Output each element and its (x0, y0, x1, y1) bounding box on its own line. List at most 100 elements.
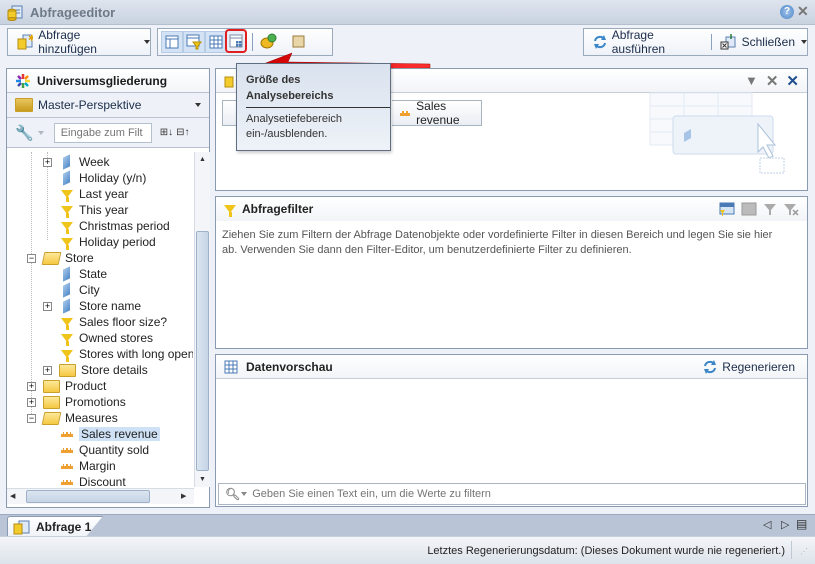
scroll-right-arrow[interactable]: ▶ (181, 492, 186, 500)
tooltip-divider (246, 107, 390, 108)
tree-item[interactable]: Sales floor size? (59, 314, 167, 330)
filter-icon (61, 190, 73, 202)
dimension-icon (63, 266, 70, 282)
tree-item[interactable]: Discount (59, 474, 126, 487)
tree-item[interactable]: Store (41, 250, 94, 266)
wrench-tools-icon[interactable]: 🔧 (15, 124, 34, 142)
folder-open-icon (41, 411, 62, 425)
tree-item[interactable]: Margin (59, 458, 116, 474)
expand-icon[interactable]: + (43, 158, 52, 167)
chevron-down-icon[interactable] (37, 130, 44, 135)
chevron-down-icon (801, 40, 807, 44)
tree-item-label: Store name (79, 299, 142, 313)
window-titlebar: Abfrageeditor ? ✕ (0, 0, 815, 25)
query-filter-view-button[interactable] (183, 31, 205, 53)
tree-item[interactable]: Week (59, 154, 109, 170)
scroll-up-arrow[interactable]: ▲ (195, 152, 210, 167)
scroll-thumb[interactable] (196, 231, 209, 471)
help-icon[interactable]: ? (780, 5, 794, 19)
tree-item[interactable]: Christmas period (59, 218, 170, 234)
search-icon[interactable]: 🔍︎ (225, 487, 240, 501)
status-bar: Letztes Regenerierungsdatum: (Dieses Dok… (0, 536, 815, 564)
measure-icon (61, 431, 73, 437)
remove-filter-icon[interactable] (783, 202, 799, 216)
resize-grip-icon[interactable]: ⋰ (800, 547, 808, 556)
perspective-value: Master-Perspektive (38, 98, 142, 112)
tree-item[interactable]: Owned stores (59, 330, 153, 346)
expand-all-icon[interactable]: ⊞↓ (160, 127, 173, 138)
expand-icon[interactable]: + (43, 366, 52, 375)
tree-item-label: Last year (79, 187, 129, 201)
tree-vertical-scrollbar[interactable]: ▲ ▼ (194, 152, 210, 487)
chevron-down-icon[interactable] (241, 492, 248, 496)
remove-icon[interactable]: ✕ (766, 72, 779, 90)
dimension-icon (63, 154, 70, 170)
data-preview-view-button[interactable] (205, 31, 227, 53)
tree-item[interactable]: Measures (41, 410, 118, 426)
tree-item[interactable]: Store details (59, 362, 148, 378)
panel-layout-icon (165, 35, 179, 49)
outline-filter-input[interactable] (53, 122, 152, 143)
filter-editor-icon[interactable] (719, 202, 735, 216)
tree-item[interactable]: Quantity sold (59, 442, 149, 458)
collapse-all-icon[interactable]: ⊟↑ (176, 127, 189, 138)
tab-label: Abfrage 1 (36, 520, 92, 534)
tree-item-label: Discount (79, 475, 126, 487)
run-query-label: Abfrage ausführen (611, 28, 666, 56)
collapse-icon[interactable]: − (27, 254, 36, 263)
collapse-icon[interactable]: − (27, 414, 36, 423)
tree-item-label: Measures (65, 411, 118, 425)
combine-query-icon[interactable] (260, 33, 278, 49)
tab-prev-icon[interactable]: ◁ (763, 518, 771, 531)
remove-all-icon[interactable]: ✕ (786, 72, 799, 90)
tree-item[interactable]: Holiday (y/n) (59, 170, 146, 186)
analysis-scope-icon (229, 34, 243, 48)
tab-list-icon[interactable]: ▤ (796, 517, 807, 531)
tree-item[interactable]: Promotions (43, 394, 126, 410)
result-object-label: Sales revenue (416, 99, 460, 127)
value-search-input[interactable] (252, 488, 793, 500)
status-text: Letztes Regenerierungsdatum: (Dieses Dok… (427, 545, 785, 557)
expand-icon[interactable]: + (27, 382, 36, 391)
close-query-button[interactable]: Schließen (720, 34, 807, 50)
run-query-button[interactable]: Abfrage ausführen (592, 28, 703, 56)
tree-item[interactable]: City (59, 282, 100, 298)
scroll-down-arrow[interactable]: ▼ (195, 472, 210, 487)
add-query-button[interactable]: ✱ Abfrage hinzufügen (7, 28, 151, 56)
tree-item[interactable]: Store name (59, 298, 141, 314)
tree-item[interactable]: Stores with long openin (59, 346, 193, 362)
result-object-chip[interactable]: Sales revenue (392, 99, 482, 127)
dimension-icon (63, 170, 70, 186)
tree-item-label: Sales floor size? (79, 315, 168, 329)
perspective-select[interactable]: Master-Perspektive (7, 93, 209, 118)
close-icon[interactable]: ✕ (797, 3, 809, 20)
tree-item[interactable]: Holiday period (59, 234, 156, 250)
tab-query-1[interactable]: Abfrage 1 (7, 516, 103, 537)
measure-icon (61, 463, 73, 469)
tree-item-label: This year (79, 203, 129, 217)
folder-icon (43, 395, 60, 409)
analysis-scope-view-button[interactable] (225, 29, 247, 53)
filter-icon (61, 206, 73, 218)
value-search-field[interactable]: 🔍︎ (218, 483, 806, 505)
expand-icon[interactable]: + (27, 398, 36, 407)
query-properties-icon[interactable] (292, 34, 306, 48)
tree-item[interactable]: State (59, 266, 107, 282)
refresh-button[interactable]: Regenerieren (702, 359, 795, 375)
refresh-label: Regenerieren (722, 359, 795, 374)
scroll-thumb[interactable] (26, 490, 150, 503)
tab-next-icon[interactable]: ▷ (781, 518, 789, 531)
filter-icon[interactable]: ▼ (745, 73, 758, 88)
result-objects-view-button[interactable] (161, 31, 183, 53)
tree-item[interactable]: Last year (59, 186, 128, 202)
tree-item[interactable]: This year (59, 202, 128, 218)
add-filter-icon[interactable] (763, 202, 777, 216)
tree-item[interactable]: Product (43, 378, 106, 394)
tree-item[interactable]: Sales revenue (59, 426, 160, 442)
tree-horizontal-scrollbar[interactable]: ◀ ▶ (7, 488, 194, 504)
expand-icon[interactable]: + (43, 302, 52, 311)
filter-icon (61, 334, 73, 346)
nested-filter-icon[interactable] (741, 202, 757, 216)
query-tab-bar: Abfrage 1 ◁ ▷ ▤ (0, 514, 815, 537)
scroll-left-arrow[interactable]: ◀ (10, 492, 15, 500)
